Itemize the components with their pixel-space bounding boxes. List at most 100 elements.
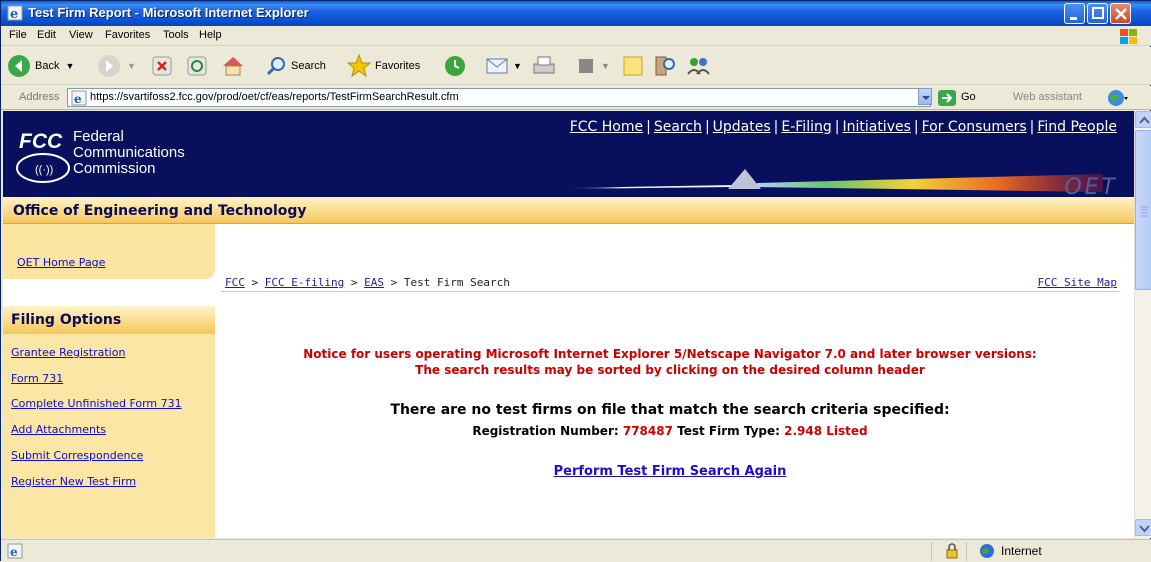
fcc-seal-icon: ((·)) FCC Federal Communications Commiss… (16, 128, 185, 183)
breadcrumb-divider (221, 291, 1119, 292)
lock-icon[interactable] (944, 543, 960, 559)
mail-dropdown-icon[interactable]: ▼ (513, 61, 522, 71)
menu-favorites[interactable]: Favorites (105, 29, 150, 41)
history-icon (445, 56, 465, 76)
fcc-logo[interactable]: ((·)) FCC Federal Communications Commiss… (15, 117, 215, 197)
address-bar: Address e https://svartifoss2.fcc.gov/pr… (1, 86, 1151, 110)
edit-page-icon (579, 59, 593, 73)
home-button[interactable] (221, 52, 245, 80)
nav-search[interactable]: Search (654, 119, 702, 135)
menu-file[interactable]: File (9, 29, 27, 41)
back-dropdown-icon[interactable]: ▼ (65, 61, 74, 71)
breadcrumb-eas[interactable]: EAS (364, 276, 384, 289)
notice-line-2: The search results may be sorted by clic… (415, 363, 925, 377)
close-button[interactable] (1110, 3, 1131, 24)
scroll-up-button[interactable] (1135, 111, 1151, 128)
oet-section-bar: Office of Engineering and Technology (3, 197, 1134, 224)
go-arrow-icon (938, 90, 956, 106)
link-add-attachments[interactable]: Add Attachments (11, 423, 106, 436)
nav-updates[interactable]: Updates (713, 119, 771, 135)
menu-help[interactable]: Help (199, 29, 222, 41)
web-assistant[interactable]: Web assistant (1013, 91, 1082, 103)
edit-button[interactable]: ▼ (575, 52, 610, 80)
address-dropdown-icon[interactable] (918, 88, 932, 105)
filing-options-header: Filing Options (3, 306, 215, 334)
forward-dropdown-icon[interactable]: ▼ (127, 61, 136, 71)
svg-text:e: e (74, 92, 82, 106)
mail-button[interactable]: ▼ (485, 52, 522, 80)
oet-home-link[interactable]: OET Home Page (17, 256, 105, 269)
edit-dropdown-icon[interactable]: ▼ (601, 61, 610, 71)
discuss-button[interactable] (621, 52, 645, 80)
address-label: Address (19, 91, 60, 103)
no-results-message: There are no test firms on file that mat… (390, 402, 950, 418)
nav-fcc-home[interactable]: FCC Home (570, 119, 643, 135)
maximize-icon (1092, 7, 1104, 19)
nav-efiling[interactable]: E-Filing (781, 119, 831, 135)
link-register-new-test-firm[interactable]: Register New Test Firm (11, 475, 136, 488)
search-button[interactable]: Search (265, 52, 326, 80)
breadcrumb-efiling[interactable]: FCC E-filing (265, 276, 344, 289)
back-button[interactable]: Back ▼ (7, 52, 74, 80)
title-bar: e Test Firm Report - Microsoft Internet … (1, 1, 1151, 26)
messenger-button[interactable] (685, 52, 713, 80)
nav-find-people[interactable]: Find People (1037, 119, 1117, 135)
browser-window: e Test Firm Report - Microsoft Internet … (0, 0, 1151, 562)
nav-for-consumers[interactable]: For Consumers (922, 119, 1027, 135)
link-complete-unfinished-form-731[interactable]: Complete Unfinished Form 731 (11, 397, 182, 410)
type-value: 2.948 Listed (784, 424, 868, 438)
globe-icon[interactable] (1107, 89, 1129, 107)
forward-button[interactable]: ▼ (97, 52, 136, 80)
nav-initiatives[interactable]: Initiatives (842, 119, 910, 135)
link-form-731[interactable]: Form 731 (11, 372, 63, 385)
stop-icon (152, 56, 172, 76)
grip-icon (1141, 206, 1148, 217)
go-label: Go (961, 91, 976, 103)
svg-text:((·)): ((·)) (35, 164, 53, 176)
breadcrumb-sep: > (344, 276, 365, 289)
svg-text:Federal: Federal (73, 128, 124, 145)
left-sidebar: OET Home Page Filing Options Grantee Reg… (3, 224, 215, 538)
print-icon (533, 56, 555, 74)
refresh-button[interactable] (186, 52, 208, 80)
oet-home-box: OET Home Page (3, 224, 215, 279)
mail-icon (486, 58, 508, 74)
research-button[interactable] (653, 52, 677, 80)
chevron-up-icon (1139, 116, 1150, 124)
link-submit-correspondence[interactable]: Submit Correspondence (11, 449, 143, 462)
vertical-scrollbar[interactable] (1134, 111, 1151, 538)
page-status-icon: e (7, 543, 23, 559)
scroll-thumb[interactable] (1135, 130, 1151, 290)
oet-section-title: Office of Engineering and Technology (13, 203, 307, 219)
filing-options-list: Grantee Registration Form 731 Complete U… (3, 334, 215, 538)
history-button[interactable] (443, 52, 467, 80)
favorites-button[interactable]: Favorites (347, 52, 420, 80)
site-map-link[interactable]: FCC Site Map (1038, 276, 1117, 289)
menu-bar: File Edit View Favorites Tools Help (1, 26, 1151, 46)
ie-icon: e (7, 5, 23, 21)
address-url[interactable]: https://svartifoss2.fcc.gov/prod/oet/cf/… (90, 91, 459, 103)
scroll-down-button[interactable] (1135, 519, 1151, 536)
back-arrow-icon (8, 55, 30, 77)
status-pane-divider (966, 542, 967, 561)
search-again-link[interactable]: Perform Test Firm Search Again (221, 464, 1119, 479)
type-label: Test Firm Type: (677, 424, 780, 438)
svg-text:e: e (10, 545, 18, 559)
page-icon: e (71, 90, 87, 106)
go-button[interactable]: Go (937, 89, 989, 107)
status-bar: e Internet (1, 539, 1151, 562)
minimize-button[interactable] (1064, 3, 1085, 24)
link-grantee-registration[interactable]: Grantee Registration (11, 346, 125, 359)
menu-view[interactable]: View (69, 29, 93, 41)
menu-tools[interactable]: Tools (163, 29, 189, 41)
back-label: Back (35, 60, 60, 72)
breadcrumb-fcc[interactable]: FCC (225, 276, 245, 289)
maximize-button[interactable] (1087, 3, 1108, 24)
security-zone-label: Internet (1001, 544, 1042, 558)
menu-edit[interactable]: Edit (37, 29, 56, 41)
stop-button[interactable] (151, 52, 173, 80)
print-button[interactable] (531, 52, 557, 80)
address-field[interactable]: e https://svartifoss2.fcc.gov/prod/oet/c… (67, 88, 932, 107)
refresh-icon (187, 56, 207, 76)
status-pane-divider (931, 542, 932, 561)
